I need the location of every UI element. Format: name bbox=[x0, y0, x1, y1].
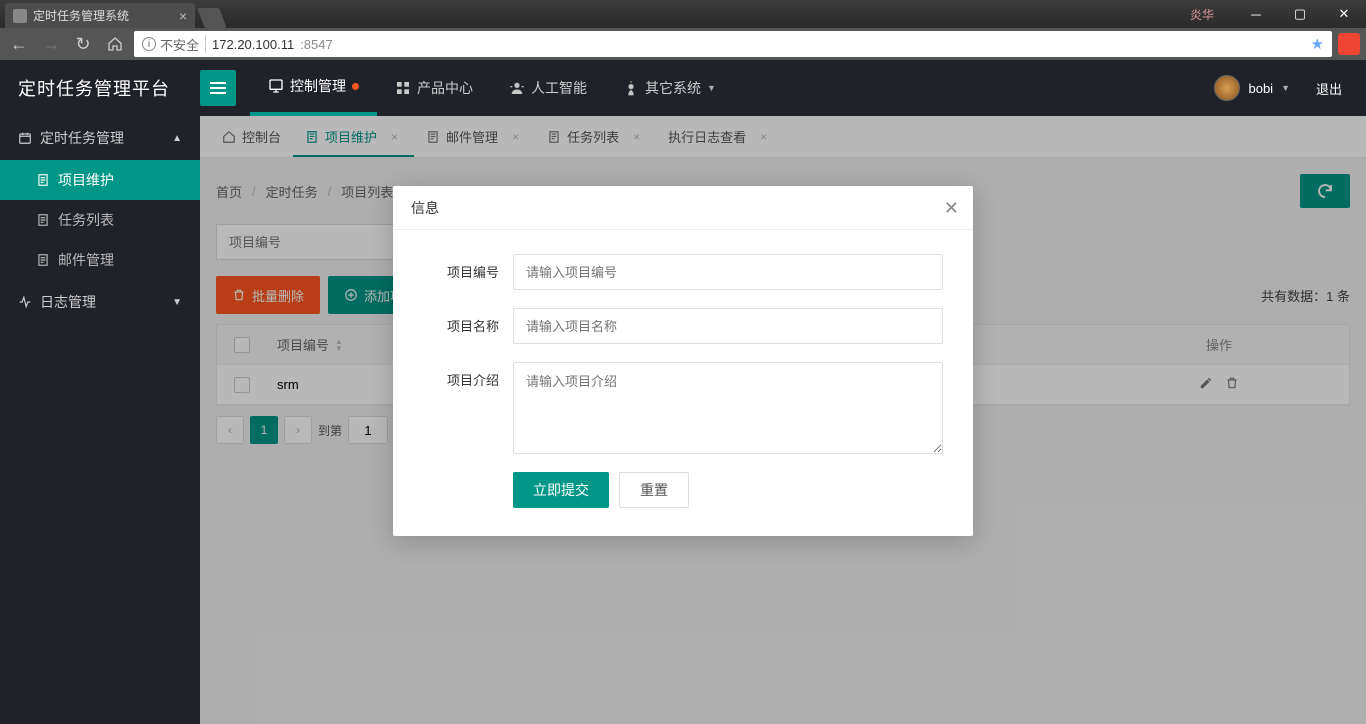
topnav-ai-label: 人工智能 bbox=[531, 78, 587, 98]
topnav-product-label: 产品中心 bbox=[417, 78, 473, 98]
topnav-other-label: 其它系统 bbox=[645, 78, 701, 98]
sidebar-item-project-label: 项目维护 bbox=[58, 170, 114, 190]
tab-favicon bbox=[13, 9, 27, 23]
activity-icon bbox=[18, 295, 32, 309]
window-minimize-button[interactable]: ─ bbox=[1234, 0, 1278, 28]
calendar-icon bbox=[18, 131, 32, 145]
reload-button[interactable]: ↻ bbox=[70, 31, 96, 57]
mail-icon bbox=[36, 253, 50, 267]
document-icon bbox=[36, 173, 50, 187]
sidebar-toggle-button[interactable] bbox=[200, 70, 236, 106]
sidebar-item-tasklist[interactable]: 任务列表 bbox=[0, 200, 200, 240]
sidebar-group-task[interactable]: 定时任务管理 ▲ bbox=[0, 116, 200, 160]
new-tab-button[interactable] bbox=[197, 8, 226, 28]
sidebar-group-log-label: 日志管理 bbox=[40, 292, 96, 312]
field-name-input[interactable] bbox=[513, 308, 943, 344]
notification-dot bbox=[352, 83, 359, 90]
sidebar-item-mail[interactable]: 邮件管理 bbox=[0, 240, 200, 280]
insecure-icon: i bbox=[142, 37, 156, 51]
sidebar-item-project[interactable]: 项目维护 bbox=[0, 160, 200, 200]
tab-title: 定时任务管理系统 bbox=[33, 7, 129, 24]
browser-profile-name[interactable]: 炎华 bbox=[1190, 6, 1214, 23]
home-button[interactable] bbox=[102, 31, 128, 57]
app-header: 定时任务管理平台 控制管理 产品中心 人工智能 其它系统 ▼ bobi ▼ 退出 bbox=[0, 60, 1366, 116]
insecure-label: 不安全 bbox=[160, 35, 199, 54]
extension-icon[interactable] bbox=[1338, 33, 1360, 55]
info-modal: 信息 ✕ 项目编号 项目名称 项目介绍 立即提交 重置 bbox=[393, 186, 973, 536]
window-close-button[interactable]: ✕ bbox=[1322, 0, 1366, 28]
topnav-other[interactable]: 其它系统 ▼ bbox=[605, 60, 734, 116]
modal-close-button[interactable]: ✕ bbox=[944, 198, 959, 219]
avatar[interactable] bbox=[1214, 75, 1240, 101]
chevron-down-icon: ▼ bbox=[707, 83, 716, 93]
browser-tab[interactable]: 定时任务管理系统 × bbox=[5, 3, 195, 28]
field-name-label: 项目名称 bbox=[423, 308, 513, 335]
browser-address-bar: ← → ↻ i 不安全 172.20.100.11 :8547 ★ bbox=[0, 28, 1366, 60]
submit-button[interactable]: 立即提交 bbox=[513, 472, 609, 508]
field-intro-textarea[interactable] bbox=[513, 362, 943, 454]
sidebar-item-mail-label: 邮件管理 bbox=[58, 250, 114, 270]
topnav-ai[interactable]: 人工智能 bbox=[491, 60, 605, 116]
modal-title: 信息 bbox=[411, 198, 439, 218]
logout-link[interactable]: 退出 bbox=[1316, 79, 1342, 98]
back-button[interactable]: ← bbox=[6, 31, 32, 57]
forward-button[interactable]: → bbox=[38, 31, 64, 57]
reset-button[interactable]: 重置 bbox=[619, 472, 689, 508]
topnav-product[interactable]: 产品中心 bbox=[377, 60, 491, 116]
field-code-input[interactable] bbox=[513, 254, 943, 290]
window-maximize-button[interactable]: ▢ bbox=[1278, 0, 1322, 28]
bookmark-star-icon[interactable]: ★ bbox=[1311, 35, 1324, 53]
field-code-label: 项目编号 bbox=[423, 254, 513, 281]
topnav-control-label: 控制管理 bbox=[290, 76, 346, 96]
url-port: :8547 bbox=[300, 37, 333, 52]
url-field[interactable]: i 不安全 172.20.100.11 :8547 ★ bbox=[134, 31, 1332, 57]
sidebar-group-task-label: 定时任务管理 bbox=[40, 128, 124, 148]
list-icon bbox=[36, 213, 50, 227]
username[interactable]: bobi bbox=[1248, 81, 1273, 96]
sidebar-group-log[interactable]: 日志管理 ▼ bbox=[0, 280, 200, 324]
chevron-down-icon: ▼ bbox=[172, 297, 182, 308]
user-chevron-down-icon: ▼ bbox=[1281, 83, 1290, 93]
sidebar-item-tasklist-label: 任务列表 bbox=[58, 210, 114, 230]
browser-title-bar: 定时任务管理系统 × 炎华 ─ ▢ ✕ bbox=[0, 0, 1366, 28]
app-logo-text: 定时任务管理平台 bbox=[0, 60, 200, 116]
field-intro-label: 项目介绍 bbox=[423, 362, 513, 389]
chevron-up-icon: ▲ bbox=[172, 133, 182, 144]
topnav-control[interactable]: 控制管理 bbox=[250, 60, 377, 116]
url-host: 172.20.100.11 bbox=[212, 37, 294, 52]
sidebar: 定时任务管理 ▲ 项目维护 任务列表 邮件管理 日志管理 ▼ bbox=[0, 116, 200, 724]
close-tab-icon[interactable]: × bbox=[179, 8, 187, 24]
